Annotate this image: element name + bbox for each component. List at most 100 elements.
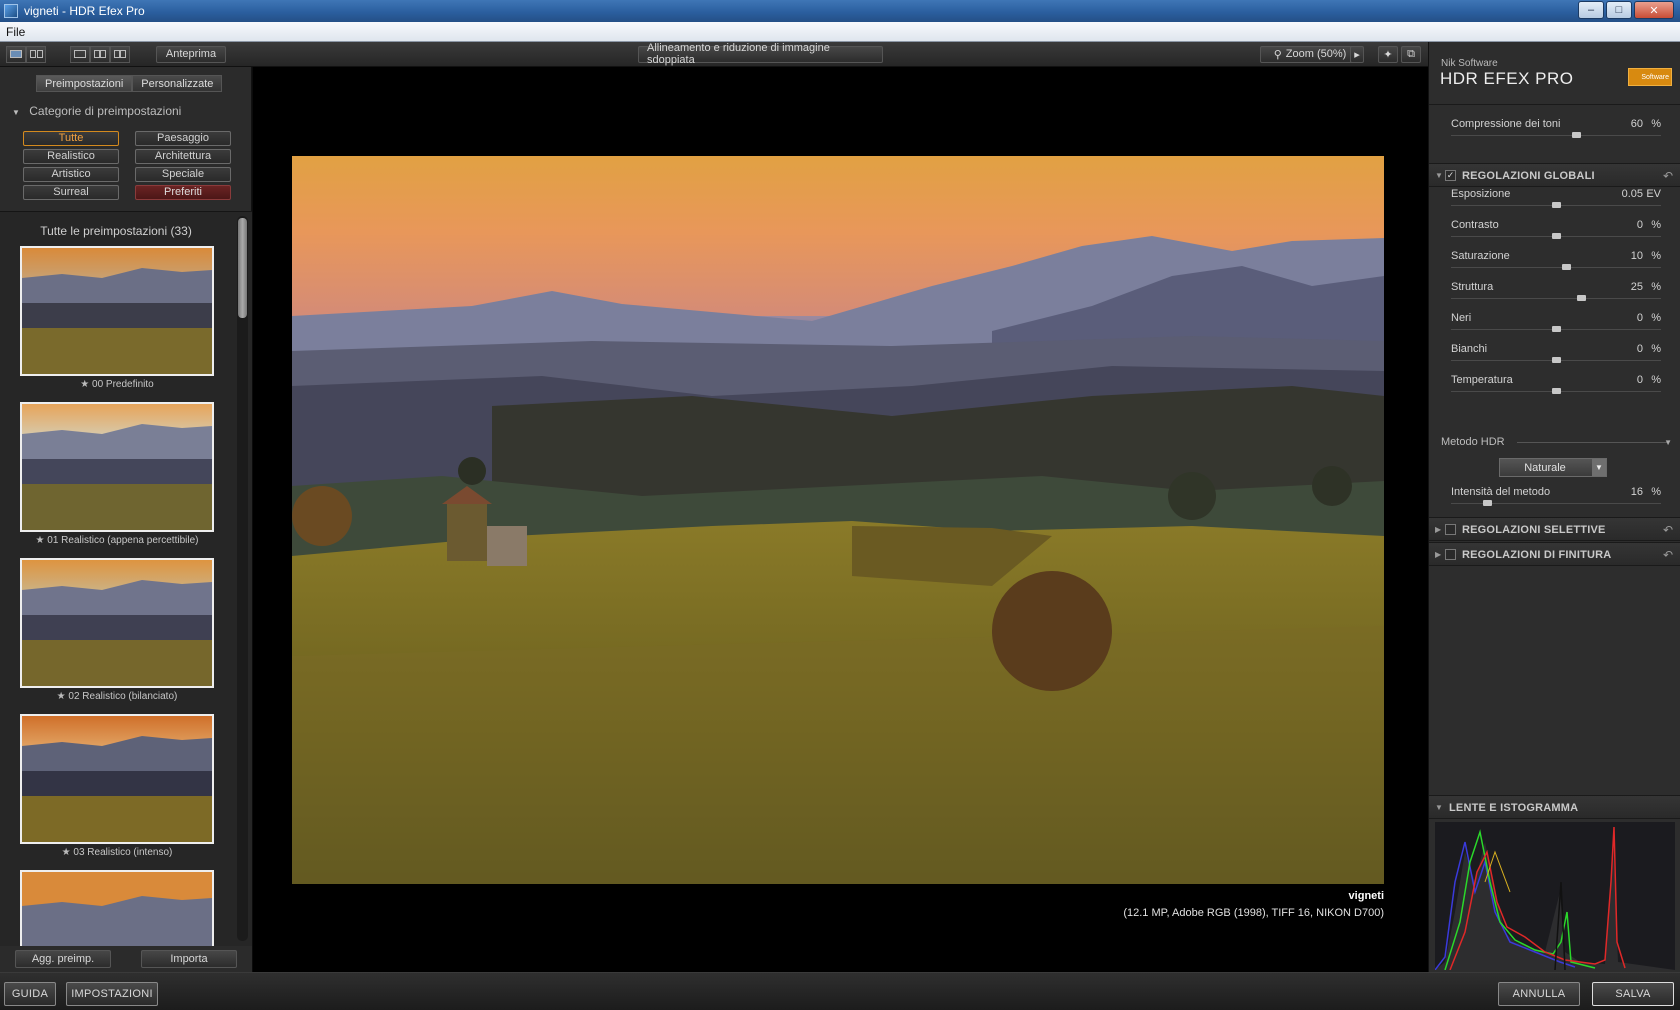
scrollbar-thumb[interactable] [238,218,247,318]
slider-knob[interactable] [1577,295,1586,301]
star-icon: ★ [80,379,93,390]
preset-label: 02 Realistico (bilanciato) [68,691,178,702]
preview-area: vigneti (12.1 MP, Adobe RGB (1998), TIFF… [253,67,1428,972]
expand-triangle-icon: ▼ [1435,803,1443,812]
reset-icon[interactable]: ↶ [1663,548,1673,562]
preset-thumbnail [20,714,214,844]
presets-list: Tutte le preimpostazioni (33) ★ 00 Prede… [0,211,252,946]
slider-knob[interactable] [1572,132,1581,138]
category-grid: Tutte Paesaggio Realistico Architettura … [23,131,231,200]
star-icon: ★ [61,847,74,858]
tab-custom[interactable]: Personalizzate [132,75,223,92]
slider-knob[interactable] [1483,500,1492,506]
layout-side-by-side-icon[interactable] [110,45,130,63]
guide-button[interactable]: GUIDA [4,982,56,1006]
slider-knob[interactable] [1552,326,1561,332]
minimize-button[interactable]: – [1578,1,1604,19]
preview-image[interactable] [292,156,1384,884]
enable-checkbox[interactable]: ✓ [1445,170,1456,181]
category-architecture[interactable]: Architettura [135,149,231,164]
presets-panel: Preimpostazioni Personalizzate ▼ Categor… [0,67,252,972]
split-view-icon[interactable] [26,45,46,63]
enable-checkbox[interactable] [1445,524,1456,535]
import-button[interactable]: Importa [141,950,237,968]
section-global-adjustments[interactable]: ▼ ✓ REGOLAZIONI GLOBALI ↶ [1429,163,1680,187]
tab-presets[interactable]: Preimpostazioni [36,75,133,92]
slider-knob[interactable] [1562,264,1571,270]
histogram [1435,822,1675,970]
collapse-triangle-icon: ▼ [12,108,20,117]
category-surreal[interactable]: Surreal [23,185,119,200]
image-name: vigneti [1348,890,1384,902]
close-button[interactable]: ✕ [1634,1,1674,19]
settings-button[interactable]: IMPOSTAZIONI [66,982,158,1006]
preset-item[interactable]: ★ 01 Realistico (appena percettibile) [20,402,214,546]
slider-knob[interactable] [1552,357,1561,363]
slider-contrasto[interactable]: Contrasto 0% [1451,219,1661,241]
maximize-button[interactable]: □ [1606,1,1632,19]
slider-neri[interactable]: Neri 0% [1451,312,1661,334]
brand-title: HDR EFEX PRO [1440,69,1574,88]
presets-scrollbar[interactable] [237,216,248,941]
hdr-method-label: Metodo HDR [1441,436,1505,448]
hdr-method-select[interactable]: Naturale ▼ [1499,458,1607,477]
preset-thumbnail [20,402,214,532]
preset-item[interactable]: ★ 03 Realistico (intenso) [20,714,214,858]
zoom-arrow-icon[interactable]: ▸ [1350,45,1364,63]
category-all[interactable]: Tutte [23,131,119,146]
align-button[interactable]: Allineamento e riduzione di immagine sdo… [638,42,883,66]
tone-compression-slider[interactable]: Compressione dei toni 60 % [1451,118,1661,140]
hdr-method-menu-icon[interactable]: ▼ [1664,438,1672,447]
slider-knob[interactable] [1552,233,1561,239]
add-preset-button[interactable]: Agg. preimp. [15,950,111,968]
reset-icon[interactable]: ↶ [1663,523,1673,537]
zoom-button[interactable]: ⚲ Zoom (50%) [1260,45,1360,63]
image-info: (12.1 MP, Adobe RGB (1998), TIFF 16, NIK… [1123,907,1384,919]
slider-knob[interactable] [1552,388,1561,394]
save-button[interactable]: SALVA [1592,982,1674,1006]
preset-label: 00 Predefinito [92,379,154,390]
preset-label: 01 Realistico (appena percettibile) [47,535,199,546]
fullscreen-icon[interactable]: ⧉ [1401,45,1421,63]
preset-thumbnail [20,558,214,688]
menu-file[interactable]: File [6,25,25,39]
slider-esposizione[interactable]: Esposizione 0.05 EV [1451,188,1661,210]
adjustments-panel: Nik Software HDR EFEX PRO Software Compr… [1428,42,1680,972]
category-favorites[interactable]: Preferiti [135,185,231,200]
window-title: vigneti - HDR Efex Pro [24,4,145,18]
category-landscape[interactable]: Paesaggio [135,131,231,146]
category-realistic[interactable]: Realistico [23,149,119,164]
category-artistic[interactable]: Artistico [23,167,119,182]
method-intensity-slider[interactable]: Intensità del metodo 16 % [1451,486,1661,508]
zoom-icon: ⚲ [1273,48,1282,61]
cancel-button[interactable]: ANNULLA [1498,982,1580,1006]
category-special[interactable]: Speciale [135,167,231,182]
layout-single-icon[interactable] [70,45,90,63]
collapse-triangle-icon: ▶ [1435,525,1442,534]
section-selective-adjustments[interactable]: ▶ REGOLAZIONI SELETTIVE ↶ [1429,517,1680,541]
section-loupe-histogram[interactable]: ▼ LENTE E ISTOGRAMMA [1429,795,1680,819]
slider-saturazione[interactable]: Saturazione 10% [1451,250,1661,272]
slider-bianchi[interactable]: Bianchi 0% [1451,343,1661,365]
slider-temperatura[interactable]: Temperatura 0% [1451,374,1661,396]
slider-struttura[interactable]: Struttura 25% [1451,281,1661,303]
preset-item[interactable]: ★ 00 Predefinito [20,246,214,390]
categories-header[interactable]: ▼ Categorie di preimpostazioni [12,104,181,118]
nik-logo: Software [1628,68,1672,86]
loupe-icon[interactable]: ✦ [1378,45,1398,63]
preview-button[interactable]: Anteprima [156,45,226,63]
star-icon: ★ [56,691,69,702]
expand-triangle-icon: ▼ [1435,171,1443,180]
presets-title: Tutte le preimpostazioni (33) [40,224,192,238]
reset-icon[interactable]: ↶ [1663,169,1673,183]
toolbar: Anteprima Allineamento e riduzione di im… [0,42,1428,67]
star-icon: ★ [35,535,48,546]
preset-item[interactable] [20,870,214,946]
section-finishing-adjustments[interactable]: ▶ REGOLAZIONI DI FINITURA ↶ [1429,542,1680,566]
single-view-icon[interactable] [6,45,26,63]
layout-split-icon[interactable] [90,45,110,63]
slider-knob[interactable] [1552,202,1561,208]
preset-label: 03 Realistico (intenso) [73,847,173,858]
preset-item[interactable]: ★ 02 Realistico (bilanciato) [20,558,214,702]
enable-checkbox[interactable] [1445,549,1456,560]
